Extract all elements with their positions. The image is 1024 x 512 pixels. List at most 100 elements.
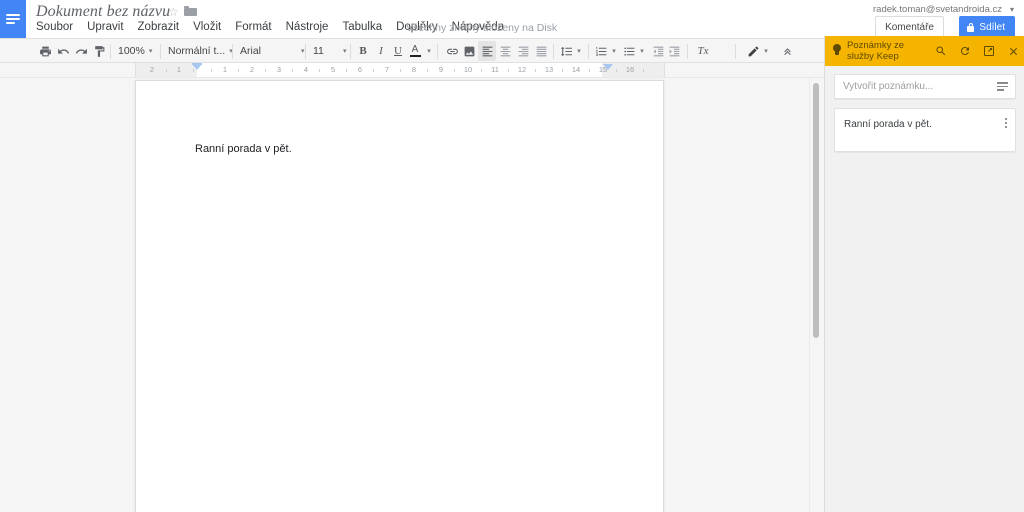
ruler-number: 2: [249, 65, 255, 74]
docs-logo-icon[interactable]: [0, 0, 26, 38]
keep-notes-panel: Poznámky ze služby Keep Vytvořit poznámk…: [824, 36, 1024, 512]
scrollbar-thumb[interactable]: [813, 83, 819, 338]
refresh-icon[interactable]: [959, 45, 971, 57]
bulleted-list-icon[interactable]: [621, 41, 637, 61]
more-vert-icon[interactable]: [1005, 118, 1007, 128]
indent-decrease-icon[interactable]: [650, 41, 666, 61]
redo-icon[interactable]: [73, 41, 89, 61]
chevron-down-icon: ▾: [640, 48, 644, 55]
comments-button[interactable]: Komentáře: [875, 16, 944, 38]
menu-item-nastroje[interactable]: Nástroje: [286, 21, 329, 33]
font-size-dropdown[interactable]: 11 ▾: [313, 41, 347, 61]
line-spacing-caret[interactable]: ▾: [574, 41, 584, 61]
chevron-down-icon: ▾: [301, 48, 305, 55]
menu-item-soubor[interactable]: Soubor: [36, 21, 73, 33]
menu-item-zobrazit[interactable]: Zobrazit: [138, 21, 180, 33]
ruler: 2 1 1 2 3 4 5 6 7 8 9 10 11 12 13 14 15 …: [0, 63, 824, 78]
create-note-input[interactable]: Vytvořit poznámku...: [834, 74, 1016, 99]
keep-panel-actions: [935, 36, 1019, 66]
open-in-new-icon[interactable]: [983, 45, 995, 57]
docs-logo-lines: [6, 14, 20, 24]
ruler-number: 4: [303, 65, 309, 74]
share-button[interactable]: Sdílet: [959, 16, 1015, 38]
note-text: Ranní porada v pět.: [844, 119, 932, 130]
align-justify-icon[interactable]: [532, 41, 550, 61]
zoom-dropdown[interactable]: 100% ▾: [118, 41, 156, 61]
ruler-strip[interactable]: 2 1 1 2 3 4 5 6 7 8 9 10 11 12 13 14 15 …: [135, 63, 665, 77]
collapse-toolbar-icon[interactable]: [779, 41, 795, 61]
lock-icon: [967, 22, 975, 32]
menu-item-format[interactable]: Formát: [235, 21, 271, 33]
insert-image-icon[interactable]: [461, 41, 477, 61]
edit-mode-icon[interactable]: [745, 41, 761, 61]
vertical-scrollbar[interactable]: [809, 78, 824, 512]
folder-icon[interactable]: [184, 6, 197, 16]
toolbar-divider: [110, 44, 111, 59]
menu-item-vlozit[interactable]: Vložit: [193, 21, 221, 33]
close-icon[interactable]: [1007, 45, 1019, 57]
text-color-swatch: [409, 55, 421, 57]
paragraph-style-value: Normální t...: [168, 45, 226, 57]
top-bar: Dokument bez názvu ☆ Soubor Upravit Zobr…: [0, 0, 1024, 38]
ruler-number: 6: [357, 65, 363, 74]
ruler-number: 1: [222, 65, 228, 74]
left-indent-marker[interactable]: [192, 63, 202, 70]
right-indent-marker[interactable]: [603, 63, 613, 70]
search-icon[interactable]: [935, 45, 947, 57]
font-family-value: Arial: [240, 45, 262, 57]
clear-formatting-icon[interactable]: Tx: [694, 41, 712, 61]
ruler-number: 16: [625, 65, 635, 74]
ruler-number: 12: [517, 65, 527, 74]
align-center-icon[interactable]: [496, 41, 514, 61]
numbered-list-caret[interactable]: ▾: [609, 41, 619, 61]
document-body-text[interactable]: Ranní porada v pět.: [195, 143, 292, 155]
keep-panel-body: Vytvořit poznámku... Ranní porada v pět.: [825, 66, 1024, 512]
ruler-number: 9: [438, 65, 444, 74]
ruler-number: 10: [463, 65, 473, 74]
star-icon[interactable]: ☆: [168, 6, 179, 18]
menu-item-upravit[interactable]: Upravit: [87, 21, 123, 33]
toolbar-divider: [735, 44, 736, 59]
undo-icon[interactable]: [55, 41, 71, 61]
line-spacing-icon[interactable]: [558, 41, 574, 61]
text-color-caret[interactable]: ▾: [424, 41, 434, 61]
toolbar-divider: [160, 44, 161, 59]
chevron-down-icon[interactable]: ▾: [1010, 5, 1014, 14]
list-view-icon[interactable]: [997, 82, 1008, 91]
toolbar-divider: [350, 44, 351, 59]
document-page[interactable]: Ranní porada v pět.: [135, 80, 664, 512]
numbered-list-icon[interactable]: [593, 41, 609, 61]
print-icon[interactable]: [37, 41, 53, 61]
link-icon[interactable]: [444, 41, 460, 61]
text-color-button[interactable]: A: [408, 41, 422, 61]
ruler-number: 1: [176, 65, 182, 74]
paint-format-icon[interactable]: [91, 41, 107, 61]
ruler-number: 3: [276, 65, 282, 74]
italic-button[interactable]: I: [374, 41, 388, 61]
create-note-placeholder: Vytvořit poznámku...: [843, 81, 934, 92]
chevron-down-icon: ▾: [148, 48, 153, 55]
zoom-value: 100%: [118, 45, 145, 57]
ruler-number: 13: [544, 65, 554, 74]
keep-panel-title: Poznámky ze služby Keep: [847, 40, 905, 62]
ruler-number: 5: [330, 65, 336, 74]
align-right-icon[interactable]: [514, 41, 532, 61]
paragraph-style-dropdown[interactable]: Normální t... ▾: [168, 41, 233, 61]
indent-increase-icon[interactable]: [666, 41, 682, 61]
align-left-icon[interactable]: [478, 41, 496, 61]
edit-mode-caret[interactable]: ▾: [761, 41, 771, 61]
underline-button[interactable]: U: [391, 41, 405, 61]
ruler-number: 14: [571, 65, 581, 74]
toolbar-divider: [437, 44, 438, 59]
menu-item-tabulka[interactable]: Tabulka: [342, 21, 382, 33]
note-card[interactable]: Ranní porada v pět.: [834, 108, 1016, 152]
account-email[interactable]: radek.toman@svetandroida.cz: [873, 4, 1002, 15]
document-title[interactable]: Dokument bez názvu: [36, 3, 170, 21]
bulleted-list-caret[interactable]: ▾: [637, 41, 647, 61]
chevron-down-icon: ▾: [343, 48, 347, 55]
font-family-dropdown[interactable]: Arial ▾: [240, 41, 305, 61]
font-size-value: 11: [313, 45, 324, 57]
bold-button[interactable]: B: [356, 41, 370, 61]
chevron-down-icon: ▾: [427, 48, 431, 55]
document-canvas: Ranní porada v pět.: [0, 78, 824, 512]
